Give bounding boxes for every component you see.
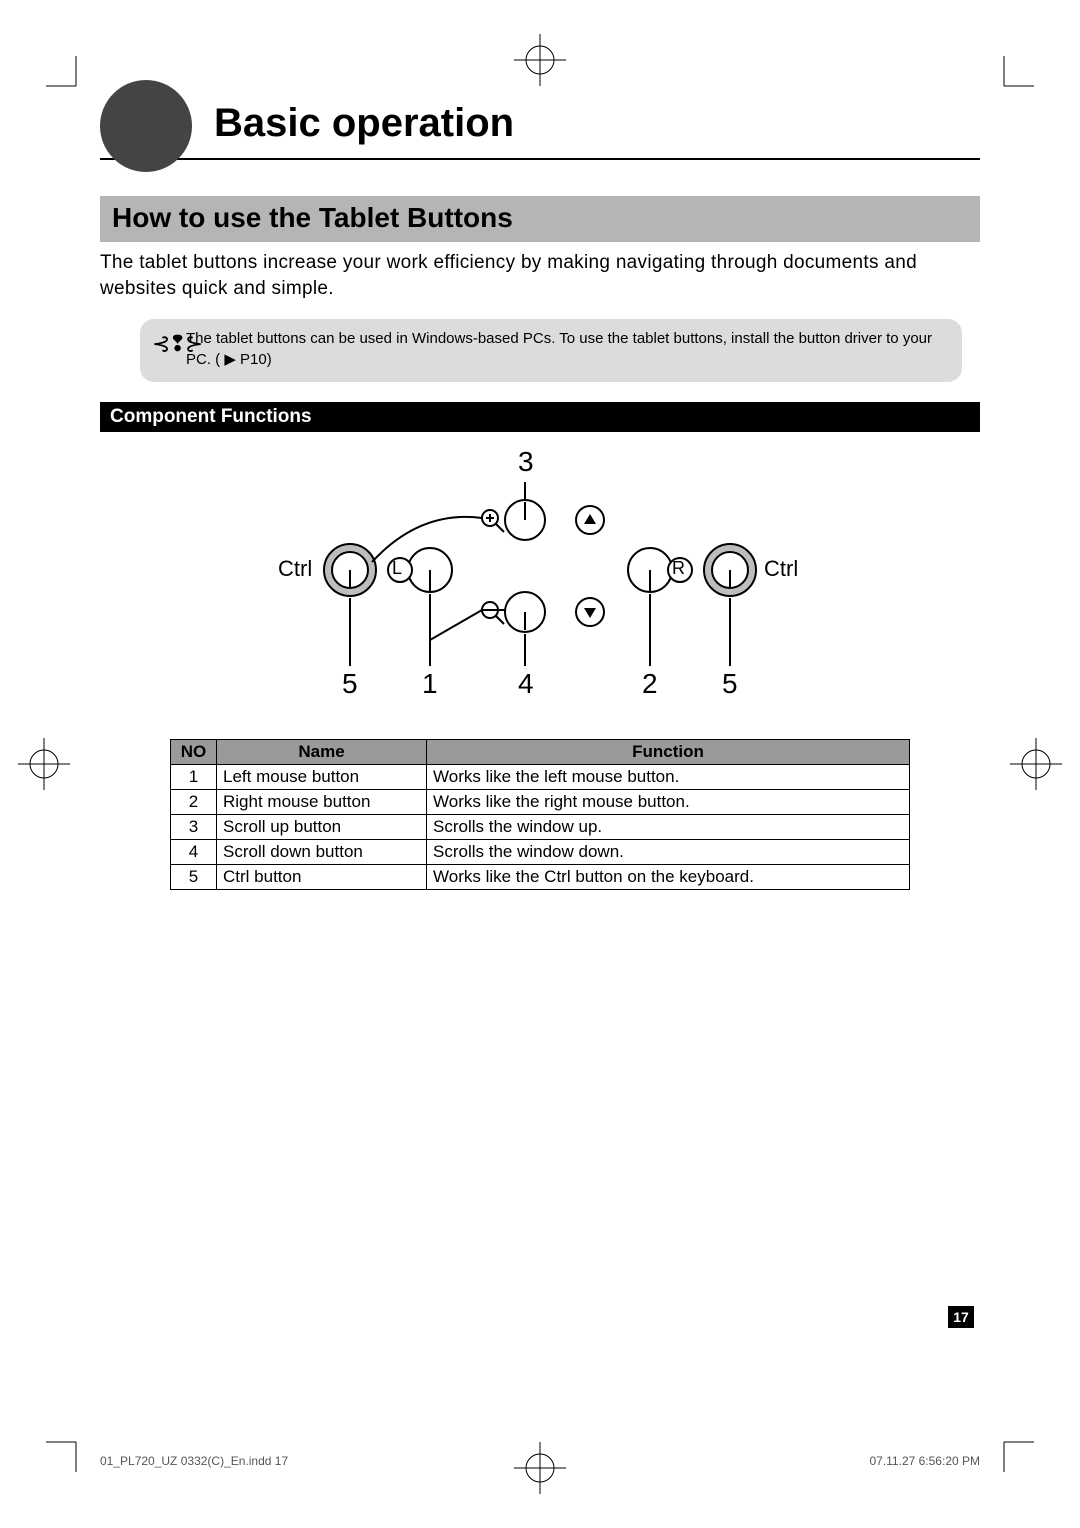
callout-3: 3: [518, 446, 534, 478]
sub-heading: Component Functions: [100, 402, 980, 432]
diagram-mouse-right-label: R: [672, 558, 685, 579]
diagram-mouse-left-label: L: [392, 558, 402, 579]
note-close-paren: ): [267, 351, 272, 368]
crop-mark-tr: [994, 56, 1034, 96]
callout-4: 4: [518, 668, 534, 700]
callout-2: 2: [642, 668, 658, 700]
page-content: Basic operation How to use the Tablet Bu…: [100, 80, 980, 890]
callout-5-right: 5: [722, 668, 738, 700]
diagram-ctrl-right-label: Ctrl: [764, 556, 798, 582]
chapter-bullet-icon: [100, 80, 192, 172]
page-number-badge: 17: [948, 1306, 974, 1328]
th-no: NO: [171, 739, 217, 764]
registration-mark-bottom: [514, 1442, 566, 1494]
diagram-ctrl-left-label: Ctrl: [278, 556, 312, 582]
table-row: 4Scroll down buttonScrolls the window do…: [171, 839, 910, 864]
chapter-underline: [100, 158, 980, 160]
callout-1: 1: [422, 668, 438, 700]
registration-mark-top: [514, 34, 566, 86]
section-lead-text: The tablet buttons increase your work ef…: [100, 250, 980, 301]
chapter-title: Basic operation: [214, 101, 980, 152]
registration-mark-right: [1010, 738, 1062, 790]
crop-mark-bl: [46, 1432, 86, 1472]
note-page-ref: ▶ P10: [224, 351, 266, 368]
table-row: 2Right mouse buttonWorks like the right …: [171, 789, 910, 814]
note-text: The tablet buttons can be used in Window…: [186, 330, 932, 367]
note-callout: ⊰❢⊱ The tablet buttons can be used in Wi…: [140, 319, 962, 382]
imposition-slug-right: 07.11.27 6:56:20 PM: [869, 1454, 980, 1468]
table-row: 1Left mouse buttonWorks like the left mo…: [171, 764, 910, 789]
table-row: 5Ctrl buttonWorks like the Ctrl button o…: [171, 864, 910, 889]
th-name: Name: [217, 739, 427, 764]
imposition-slug-left: 01_PL720_UZ 0332(C)_En.indd 17: [100, 1454, 288, 1468]
crop-mark-tl: [46, 56, 86, 96]
registration-mark-left: [18, 738, 70, 790]
component-diagram: Ctrl Ctrl L R 3 5 1 4 2 5: [260, 440, 820, 705]
lightbulb-icon: ⊰❢⊱: [152, 329, 201, 359]
section-heading: How to use the Tablet Buttons: [100, 196, 980, 242]
callout-5-left: 5: [342, 668, 358, 700]
function-table: NO Name Function 1Left mouse buttonWorks…: [170, 739, 910, 890]
table-row: 3Scroll up buttonScrolls the window up.: [171, 814, 910, 839]
th-fn: Function: [427, 739, 910, 764]
crop-mark-br: [994, 1432, 1034, 1472]
